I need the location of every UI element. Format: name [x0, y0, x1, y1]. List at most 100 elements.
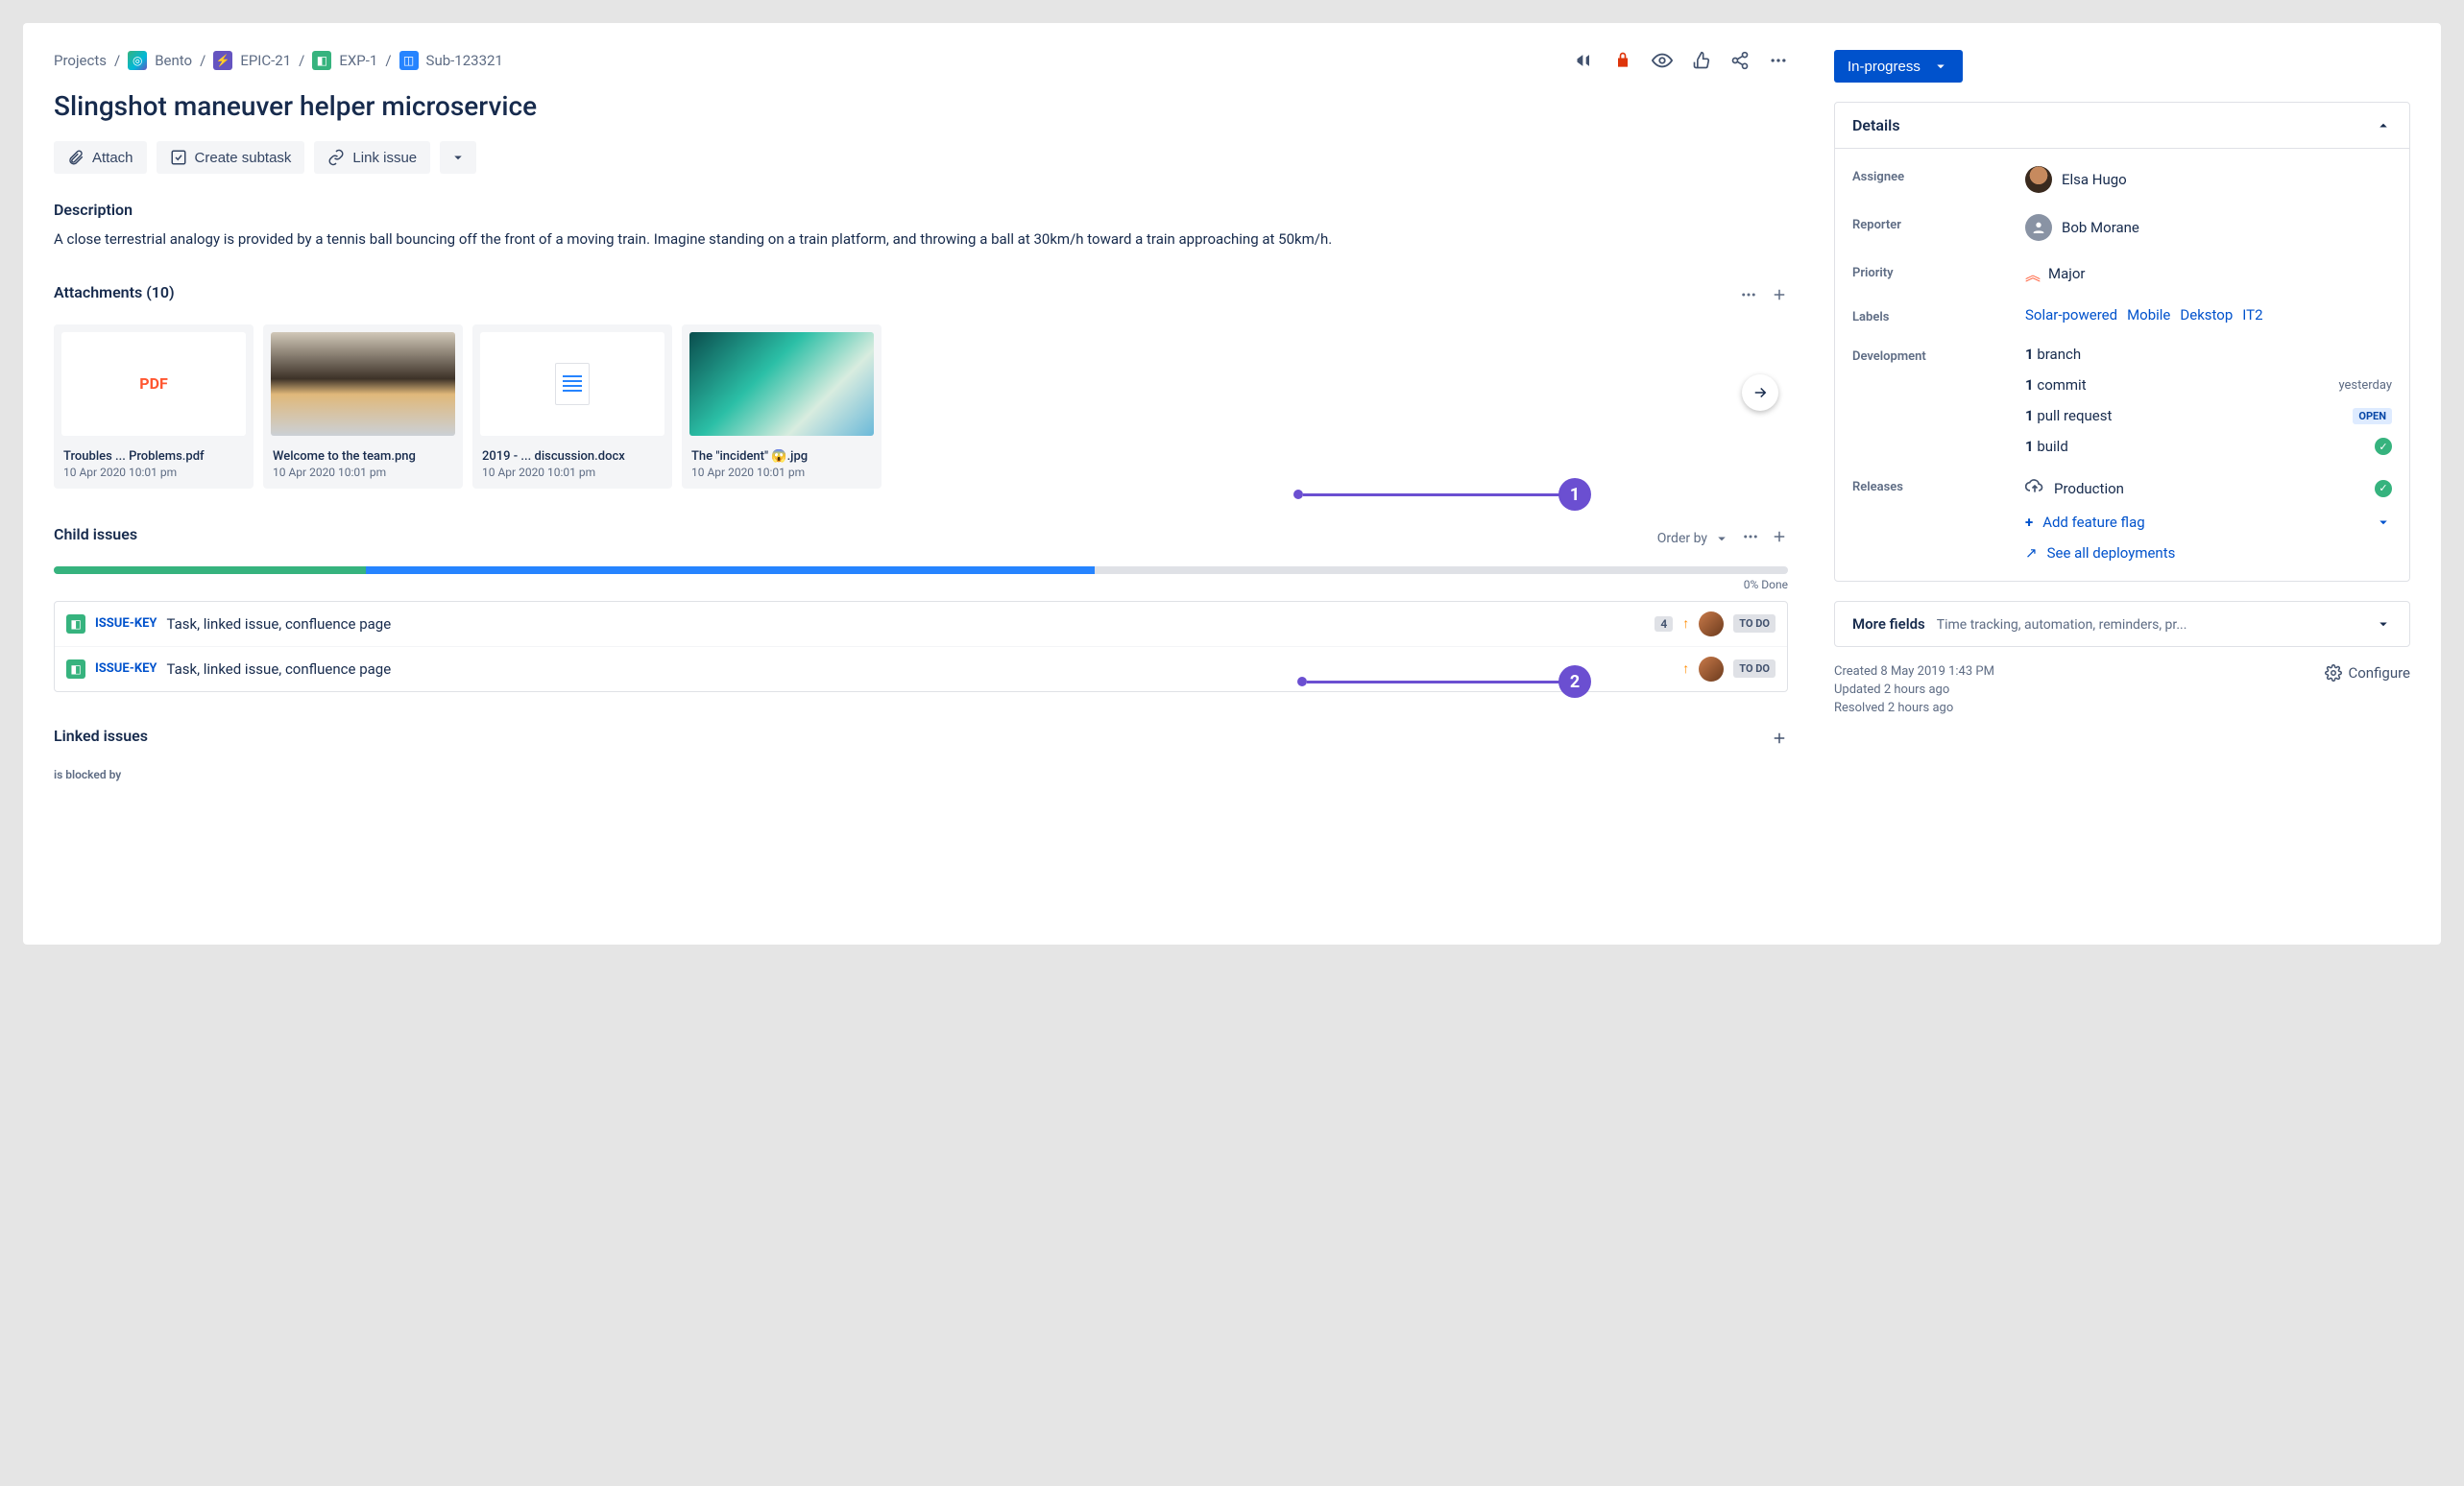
add-feature-flag[interactable]: + Add feature flag: [2025, 514, 2392, 531]
assignee-field[interactable]: Assignee Elsa Hugo: [1852, 166, 2392, 193]
attachment-card[interactable]: 2019 - ... discussion.docx 10 Apr 2020 1…: [472, 324, 672, 489]
priority-field[interactable]: Priority ︽ Major: [1852, 262, 2392, 285]
issue-type-icon: ◧: [66, 614, 85, 634]
link-issue-dropdown[interactable]: [440, 141, 476, 174]
label-tag[interactable]: IT2: [2242, 306, 2262, 324]
attachment-name: Troubles ... Problems.pdf: [63, 449, 244, 464]
field-label: Priority: [1852, 262, 2025, 280]
arrow-right-icon: [1751, 384, 1769, 401]
commit-meta: yesterday: [2338, 378, 2392, 393]
breadcrumb-sep: /: [385, 52, 391, 69]
child-status[interactable]: TO DO: [1733, 659, 1776, 678]
annotation-bubble: 1: [1558, 478, 1591, 511]
more-icon[interactable]: [1769, 51, 1788, 70]
dev-branch-row[interactable]: 1 branch: [2025, 346, 2392, 363]
attachment-thumb: [271, 332, 455, 436]
chevron-down-icon: [2375, 514, 2392, 531]
label-tag[interactable]: Solar-powered: [2025, 306, 2117, 324]
child-status[interactable]: TO DO: [1733, 614, 1776, 633]
release-env-row[interactable]: Production ✓: [2025, 476, 2392, 500]
see-all-deployments[interactable]: ↗ See all deployments: [2025, 544, 2392, 562]
breadcrumb-sep: /: [200, 52, 205, 69]
child-add-icon[interactable]: [1771, 528, 1788, 549]
description-text[interactable]: A close terrestrial analogy is provided …: [54, 228, 1788, 251]
dev-build-row[interactable]: 1 build ✓: [2025, 438, 2392, 455]
issue-view: Projects / ◎ Bento / ⚡ EPIC-21 / ◧ EXP-1…: [23, 23, 2441, 945]
attachment-card[interactable]: The "incident" 😱.jpg 10 Apr 2020 10:01 p…: [682, 324, 882, 489]
child-more-icon[interactable]: [1742, 528, 1759, 549]
resolved-date: Resolved 2 hours ago: [1834, 701, 1994, 715]
link-label: Link issue: [352, 150, 417, 166]
crumb-sub[interactable]: Sub-123321: [426, 52, 503, 69]
order-by-button[interactable]: Order by: [1657, 530, 1730, 547]
pr-open-badge: OPEN: [2353, 408, 2392, 424]
reporter-name: Bob Morane: [2062, 219, 2139, 236]
vote-icon[interactable]: [1692, 51, 1711, 70]
more-fields-label: More fields: [1852, 615, 1925, 633]
breadcrumbs: Projects / ◎ Bento / ⚡ EPIC-21 / ◧ EXP-1…: [54, 51, 503, 70]
dev-commit-row[interactable]: 1 commit yesterday: [2025, 376, 2392, 394]
annotation-callout-1: 1: [1298, 478, 1591, 511]
plus-icon: +: [2025, 514, 2033, 531]
dev-pr-row[interactable]: 1 pull request OPEN: [2025, 407, 2392, 424]
pdf-icon: PDF: [139, 374, 168, 393]
linked-add-icon[interactable]: [1771, 730, 1788, 751]
attachment-card[interactable]: PDF Troubles ... Problems.pdf 10 Apr 202…: [54, 324, 254, 489]
attachment-date: 10 Apr 2020 10:01 pm: [691, 466, 872, 479]
field-label: Labels: [1852, 306, 2025, 324]
watch-icon[interactable]: [1652, 50, 1673, 71]
status-dropdown[interactable]: In-progress: [1834, 50, 1963, 83]
crumb-projects[interactable]: Projects: [54, 52, 107, 69]
attachment-name: Welcome to the team.png: [273, 449, 453, 464]
crumb-project[interactable]: Bento: [155, 52, 192, 69]
carousel-next-button[interactable]: [1742, 374, 1778, 411]
annotation-bubble: 2: [1558, 665, 1591, 698]
attachment-name: The "incident" 😱.jpg: [691, 449, 872, 464]
details-panel-header[interactable]: Details: [1835, 103, 2409, 149]
lock-icon[interactable]: [1613, 51, 1632, 70]
assignee-avatar[interactable]: [1699, 657, 1724, 682]
child-key[interactable]: ISSUE-KEY: [95, 661, 157, 676]
story-icon: ◧: [312, 51, 331, 70]
child-progress-bar: [54, 566, 1788, 574]
crumb-exp[interactable]: EXP-1: [339, 52, 377, 69]
attachments-header: Attachments (10): [54, 283, 1788, 311]
attachment-date: 10 Apr 2020 10:01 pm: [273, 466, 453, 479]
create-subtask-button[interactable]: Create subtask: [157, 141, 305, 174]
priority-arrow-icon: ↑: [1682, 615, 1689, 632]
label-tag[interactable]: Mobile: [2127, 306, 2170, 324]
attachments-add-icon[interactable]: [1771, 286, 1788, 307]
breadcrumb-sep: /: [114, 52, 120, 69]
attachment-card[interactable]: Welcome to the team.png 10 Apr 2020 10:0…: [263, 324, 463, 489]
development-field: Development 1 branch 1 commit yesterday …: [1852, 346, 2392, 455]
link-issue-button[interactable]: Link issue: [314, 141, 430, 174]
avatar: [2025, 166, 2052, 193]
link-icon: [327, 149, 345, 166]
subtask-icon: [170, 149, 187, 166]
child-issue-row[interactable]: ◧ ISSUE-KEY Task, linked issue, confluen…: [55, 602, 1787, 647]
share-icon[interactable]: [1730, 51, 1750, 70]
assignee-avatar[interactable]: [1699, 611, 1724, 636]
created-date: Created 8 May 2019 1:43 PM: [1834, 664, 1994, 679]
feedback-icon[interactable]: [1575, 51, 1594, 70]
attachments-more-icon[interactable]: [1740, 286, 1757, 307]
chevron-down-icon: [449, 149, 467, 166]
child-done-percent: 0% Done: [54, 578, 1788, 591]
configure-button[interactable]: Configure: [2325, 664, 2410, 682]
labels-field[interactable]: Labels Solar-powered Mobile Dekstop IT2: [1852, 306, 2392, 324]
configure-label: Configure: [2348, 664, 2410, 682]
attachment-thumb: PDF: [61, 332, 246, 436]
crumb-epic[interactable]: EPIC-21: [240, 52, 291, 69]
action-buttons: Attach Create subtask Link issue: [54, 141, 1788, 174]
attach-button[interactable]: Attach: [54, 141, 147, 174]
issue-title[interactable]: Slingshot maneuver helper microservice: [54, 90, 1788, 122]
more-fields-panel[interactable]: More fields Time tracking, automation, r…: [1834, 601, 2410, 647]
more-fields-hint: Time tracking, automation, reminders, pr…: [1937, 617, 2187, 633]
child-issues-heading: Child issues: [54, 525, 137, 543]
issue-type-icon: ◧: [66, 659, 85, 679]
label-tag[interactable]: Dekstop: [2180, 306, 2233, 324]
build-success-icon: ✓: [2375, 438, 2392, 455]
reporter-field[interactable]: Reporter Bob Morane: [1852, 214, 2392, 241]
cloud-up-icon: [2025, 476, 2044, 500]
child-key[interactable]: ISSUE-KEY: [95, 616, 157, 631]
